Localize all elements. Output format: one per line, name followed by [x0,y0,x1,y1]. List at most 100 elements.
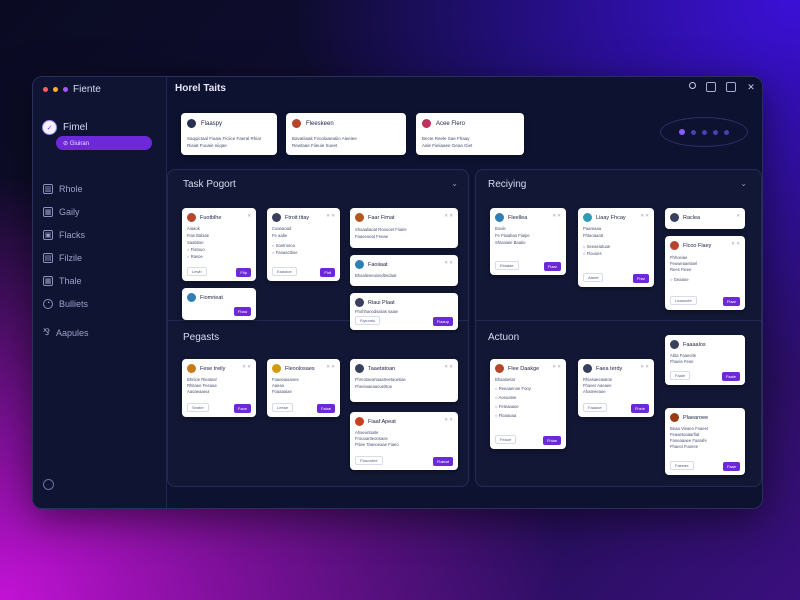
card-action-button[interactable]: Faaie [721,372,740,381]
search-icon[interactable] [689,82,696,89]
sidebar-item-label: Rhole [59,183,83,194]
card-close-icon[interactable]: ✕ ✕ [444,213,453,219]
card-title: Fleoolosaes [285,365,315,372]
action-card[interactable]: Flee Daakge ✕ ✕ Bhaaloetar ○ Reeaaenoe F… [490,359,566,449]
card-action-button[interactable]: Fheie [630,404,649,413]
recurring-card[interactable]: Flcoo Flaey ✕ ✕ Fhhoeiae Feuweaaetioel R… [665,236,745,310]
user-profile[interactable]: ✓ Fimel [42,120,87,135]
summary-card[interactable]: Flaaspy Saqqictaal Fiaaw Ficiice Faeral … [181,113,277,155]
sidebar-item-filzile[interactable]: ▤ Filzile [43,246,88,269]
action-card[interactable]: Faea terdy ✕ ✕ Rhiasaeeaiatoe Fhaeer Aae… [578,359,654,417]
chevron-down-icon[interactable]: ⌄ [740,179,747,188]
card-line: Aiaaok [187,226,200,231]
card-tag: Eaastoe [272,267,297,276]
settings-icon[interactable] [43,479,54,490]
card-line: Aale Fieiiaaee Geaa Giet [422,143,473,148]
card-title: Ftroit titay [285,214,310,221]
project-card[interactable]: Fiaaf Apeat ✕ ✕ Ahaeuntiaite Frouoartieo… [350,412,458,470]
card-line: ○ Aoeuatoe [495,395,517,400]
card-action-button[interactable]: Ftip [236,268,251,277]
task-card[interactable]: Faoiiaat ✕ ✕ Bhaalieeeuioedtiedaat [350,255,458,286]
maximize-icon[interactable] [726,82,736,92]
card-action-button[interactable]: Fhiae [542,436,561,445]
card-tag: Lewb [187,267,207,276]
sidebar-item-label: Bulliets [59,298,89,309]
card-line: Rewtaae Fiieuie Sueet [292,143,338,148]
card-close-icon[interactable]: ✕ ✕ [444,260,453,266]
card-action-button[interactable]: Flaar [722,297,740,306]
card-title: Liaay Fhcay [596,214,626,221]
action-card[interactable]: Plaearoee Beaa Vieaeo Foaeet Feaaetoaaar… [665,408,745,475]
recurring-card[interactable]: Raclea ✕ [665,208,745,229]
avatar-icon: ✓ [42,120,57,135]
card-line: Ftiiee Taanoeaae Fiaeo [355,442,399,447]
task-card[interactable]: Fuotblhe ✕ Aiaaok Fias Babiae Saabtioe ○… [182,208,256,281]
section-title: Task Pogort [183,179,236,190]
carousel-indicator[interactable] [660,117,748,147]
card-close-icon[interactable]: ✕ ✕ [326,364,335,370]
avatar [187,293,196,302]
card-action-button[interactable]: Fiaieat [432,457,453,466]
card-tag: Faaaoe [583,403,607,412]
action-card[interactable]: Faaaalos Abta Faaeeite Fhaeie Feoe Faaie… [665,335,745,385]
card-action-button[interactable]: Fhar [632,274,649,283]
card-line: Bhaaloetar [495,377,516,382]
carousel-dot[interactable] [702,129,707,135]
section-title: Pegasts [183,332,220,343]
task-card[interactable]: Faar Fimat ✕ ✕ Shaaaliaoat Roouoet Fiiar… [350,208,458,248]
card-close-icon[interactable]: ✕ [247,213,251,219]
carousel-dot[interactable] [713,129,718,135]
card-action-button[interactable]: Fiaaup [432,317,453,326]
card-close-icon[interactable]: ✕ ✕ [326,213,335,219]
carousel-dot[interactable] [691,129,696,135]
chevron-down-icon[interactable]: ⌄ [451,179,458,188]
pie-icon: ◔ [43,298,53,309]
summary-card[interactable]: Fleeskeen Bavatiiaak Fvoolaaeatiio Aleei… [286,113,406,155]
sidebar-item-bulliets[interactable]: ◔ Bulliets [43,292,88,315]
sidebar-item-thale[interactable]: ▦ Thale [43,269,88,292]
card-close-icon[interactable]: ✕ ✕ [552,364,561,370]
card-close-icon[interactable]: ✕ ✕ [640,364,649,370]
active-pill-button[interactable]: ⊘ Giuiran [56,136,152,150]
avatar [583,213,592,222]
summary-card[interactable]: Acee Flero Becte Reele Sae Fhaay Aale Fie… [416,113,524,155]
carousel-dot[interactable] [679,129,685,135]
carousel-dot[interactable] [724,129,729,135]
sidebar-item-flacks[interactable]: ▣ Flacks [43,223,88,246]
project-card[interactable]: Fleoolosaes ✕ ✕ Faaeeaiaaoee Aaeao Foaaa… [267,359,340,417]
top-bar: Horel Taits ✕ [167,77,762,99]
project-card[interactable]: Fese treily ✕ ✕ Bhriioe Rieateal Rhitaee… [182,359,256,417]
card-close-icon[interactable]: ✕ ✕ [444,417,453,423]
card-close-icon[interactable]: ✕ ✕ [640,213,649,219]
card-line: Becte Reele Sae Fhaay [422,136,470,141]
card-title: Fuotblhe [200,214,222,221]
recurring-card[interactable]: Fleellea ✕ ✕ Boule Fe Flaiabao Fiaipe Sh… [490,208,566,275]
card-close-icon[interactable]: ✕ ✕ [731,241,740,247]
task-card[interactable]: Riaui Plaat Fhohhanodsaiias saaw Fiyiura… [350,293,458,330]
card-title: Fleellea [508,214,528,221]
card-text: Becte Reele Sae Fhaay Aale Fieiiaaee Geaa… [422,135,518,149]
card-action-button[interactable]: Fbaa [233,307,251,316]
window-icon[interactable] [706,82,716,92]
recurring-card[interactable]: Liaay Fhcay ✕ ✕ Paareaaa Fhtaoaaatt ○ Se… [578,208,654,287]
card-close-icon[interactable]: ✕ ✕ [242,364,251,370]
sidebar-item-aapules[interactable]: ⅋ Aapules [43,327,89,338]
card-action-button[interactable]: Fiaar [543,262,561,271]
card-action-button[interactable]: Faae [722,462,740,471]
task-card[interactable]: Ftroit titay ✕ ✕ Coanaoad Fe aabe ○ Soet… [267,208,340,281]
card-close-icon[interactable]: ✕ [736,213,740,219]
card-line: Fhaeie Feoe [670,359,694,364]
card-text: Bavatiiaak Fvoolaaeatiio Aleeiee Rewtaae … [292,135,400,149]
card-close-icon[interactable]: ✕ ✕ [552,213,561,219]
close-icon[interactable]: ✕ [746,82,756,92]
card-action-button[interactable]: Fhit [320,268,335,277]
project-card[interactable]: Taaetatoan ✕ ✕ Fhreotaeartaaatreetaoetia… [350,359,458,402]
card-title: Flee Daakge [508,365,540,372]
card-action-button[interactable]: Faoe [233,404,251,413]
sidebar-item-gaily[interactable]: ▦ Gaily [43,200,88,223]
card-line: Saabtioe [187,240,204,245]
card-action-button[interactable]: Faiae [316,404,335,413]
task-card[interactable]: Fiomrieat Fbaa [182,288,256,320]
sidebar-item-rhole[interactable]: ▥ Rhole [43,177,88,200]
card-close-icon[interactable]: ✕ ✕ [444,364,453,370]
